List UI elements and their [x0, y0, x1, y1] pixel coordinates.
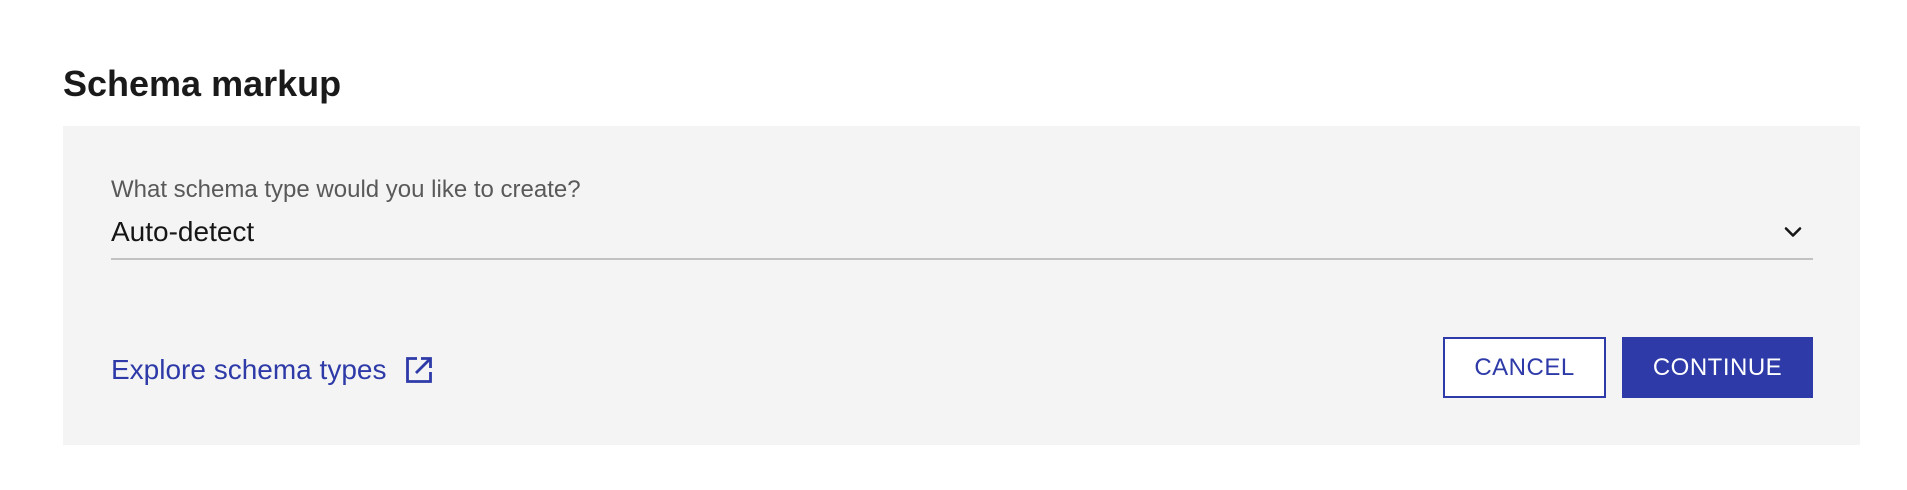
schema-form-panel: What schema type would you like to creat…: [63, 126, 1860, 445]
explore-schema-types-text: Explore schema types: [111, 354, 387, 385]
schema-type-select[interactable]: Auto-detect: [111, 210, 1813, 260]
external-link-icon: [406, 357, 433, 383]
cancel-button[interactable]: CANCEL: [1443, 337, 1606, 398]
explore-schema-types-link[interactable]: Explore schema types: [111, 348, 434, 392]
continue-button[interactable]: CONTINUE: [1622, 337, 1813, 398]
chevron-down-icon: [1784, 227, 1802, 237]
schema-type-label: What schema type would you like to creat…: [111, 176, 581, 203]
schema-markup-page: Schema markup What schema type would you…: [0, 0, 1907, 490]
page-title: Schema markup: [63, 63, 342, 104]
schema-type-value: Auto-detect: [111, 216, 255, 247]
